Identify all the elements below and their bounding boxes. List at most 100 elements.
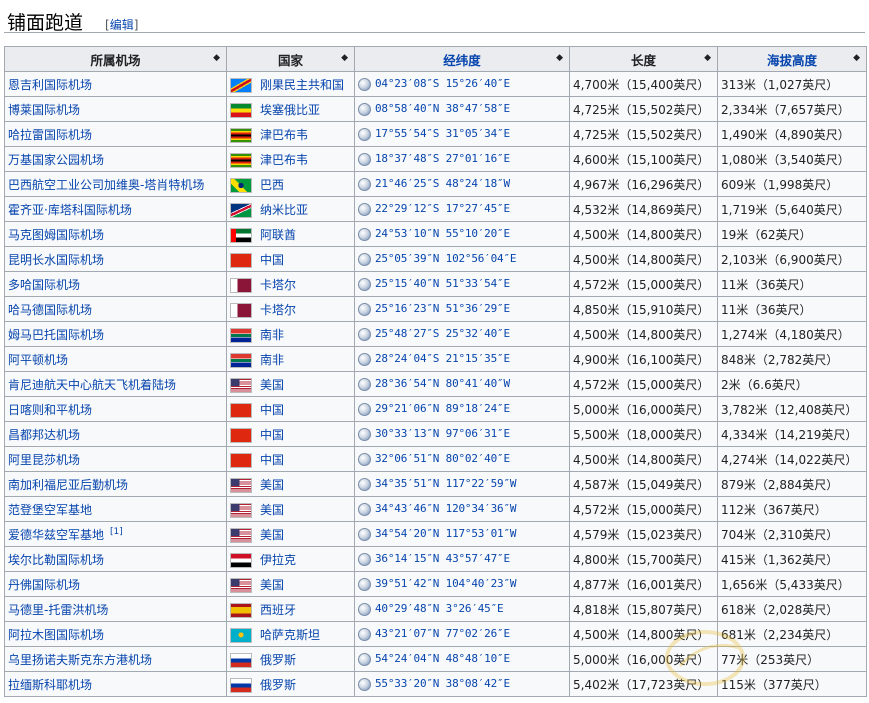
col-elevation-label[interactable]: 海拔高度 <box>767 53 817 68</box>
airport-link[interactable]: 肯尼迪航天中心航天飞机着陆场 <box>8 378 176 392</box>
coordinates-link[interactable]: 54°24′04″N 48°48′10″E <box>375 652 510 665</box>
airport-link[interactable]: 埃尔比勒国际机场 <box>8 553 104 567</box>
coordinates-link[interactable]: 25°48′27″S 25°32′40″E <box>375 327 510 340</box>
country-link[interactable]: 中国 <box>260 253 284 267</box>
globe-icon[interactable] <box>358 652 371 666</box>
coordinates-link[interactable]: 24°53′10″N 55°10′20″E <box>375 227 510 240</box>
sort-icon[interactable]: ◆ <box>704 53 711 63</box>
country-link[interactable]: 南非 <box>260 353 284 367</box>
airport-link[interactable]: 乌里扬诺夫斯克东方港机场 <box>8 653 152 667</box>
airport-link[interactable]: 拉缅斯科耶机场 <box>8 678 92 692</box>
airport-link[interactable]: 博莱国际机场 <box>8 103 80 117</box>
airport-link[interactable]: 霍齐亚·库塔科国际机场 <box>8 203 132 217</box>
country-link[interactable]: 纳米比亚 <box>260 203 308 217</box>
country-link[interactable]: 美国 <box>260 503 284 517</box>
globe-icon[interactable] <box>358 602 371 616</box>
airport-link[interactable]: 范登堡空军基地 <box>8 503 92 517</box>
coordinates-link[interactable]: 21°46′25″S 48°24′18″W <box>375 177 510 190</box>
globe-icon[interactable] <box>358 127 371 141</box>
globe-icon[interactable] <box>358 627 371 641</box>
airport-link[interactable]: 哈马德国际机场 <box>8 303 92 317</box>
airport-link[interactable]: 阿拉木图国际机场 <box>8 628 104 642</box>
coordinates-link[interactable]: 39°51′42″N 104°40′23″W <box>375 577 516 590</box>
globe-icon[interactable] <box>358 202 371 216</box>
coordinates-link[interactable]: 30°33′13″N 97°06′31″E <box>375 427 510 440</box>
col-coordinates-header[interactable]: 经纬度 ◆ <box>354 46 570 72</box>
col-elevation-header[interactable]: 海拔高度 ◆ <box>717 46 867 72</box>
globe-icon[interactable] <box>358 77 371 91</box>
col-country-header[interactable]: 国家 ◆ <box>226 46 355 72</box>
country-link[interactable]: 中国 <box>260 453 284 467</box>
country-link[interactable]: 伊拉克 <box>260 553 296 567</box>
globe-icon[interactable] <box>358 402 371 416</box>
country-link[interactable]: 阿联酋 <box>260 228 296 242</box>
country-link[interactable]: 美国 <box>260 478 284 492</box>
globe-icon[interactable] <box>358 227 371 241</box>
airport-link[interactable]: 巴西航空工业公司加维奥-塔肖特机场 <box>8 178 204 192</box>
globe-icon[interactable] <box>358 527 371 541</box>
reference-link[interactable]: [1] <box>110 527 123 537</box>
coordinates-link[interactable]: 29°21′06″N 89°18′24″E <box>375 402 510 415</box>
globe-icon[interactable] <box>358 177 371 191</box>
globe-icon[interactable] <box>358 677 371 691</box>
col-airport-header[interactable]: 所属机场 ◆ <box>4 46 227 72</box>
globe-icon[interactable] <box>358 452 371 466</box>
country-link[interactable]: 津巴布韦 <box>260 128 308 142</box>
globe-icon[interactable] <box>358 377 371 391</box>
country-link[interactable]: 俄罗斯 <box>260 678 296 692</box>
country-link[interactable]: 津巴布韦 <box>260 153 308 167</box>
country-link[interactable]: 美国 <box>260 578 284 592</box>
col-coordinates-label[interactable]: 经纬度 <box>443 53 481 68</box>
sort-icon[interactable]: ◆ <box>341 53 348 63</box>
airport-link[interactable]: 马克图姆国际机场 <box>8 228 104 242</box>
col-length-header[interactable]: 长度 ◆ <box>569 46 718 72</box>
airport-link[interactable]: 马德里-托雷洪机场 <box>8 603 108 617</box>
globe-icon[interactable] <box>358 302 371 316</box>
airport-link[interactable]: 南加利福尼亚后勤机场 <box>8 478 128 492</box>
globe-icon[interactable] <box>358 152 371 166</box>
airport-link[interactable]: 昆明长水国际机场 <box>8 253 104 267</box>
airport-link[interactable]: 恩吉利国际机场 <box>8 78 92 92</box>
coordinates-link[interactable]: 55°33′20″N 38°08′42″E <box>375 677 510 690</box>
coordinates-link[interactable]: 17°55′54″S 31°05′34″E <box>375 127 510 140</box>
country-link[interactable]: 卡塔尔 <box>260 303 296 317</box>
coordinates-link[interactable]: 32°06′51″N 80°02′40″E <box>375 452 510 465</box>
coordinates-link[interactable]: 04°23′08″S 15°26′40″E <box>375 77 510 90</box>
sort-icon[interactable]: ◆ <box>556 53 563 63</box>
coordinates-link[interactable]: 40°29′48″N 3°26′45″E <box>375 602 504 615</box>
globe-icon[interactable] <box>358 102 371 116</box>
country-link[interactable]: 中国 <box>260 403 284 417</box>
airport-link[interactable]: 哈拉雷国际机场 <box>8 128 92 142</box>
airport-link[interactable]: 阿里昆莎机场 <box>8 453 80 467</box>
coordinates-link[interactable]: 22°29′12″S 17°27′45″E <box>375 202 510 215</box>
country-link[interactable]: 埃塞俄比亚 <box>260 103 320 117</box>
coordinates-link[interactable]: 25°16′23″N 51°36′29″E <box>375 302 510 315</box>
coordinates-link[interactable]: 28°24′04″S 21°15′35″E <box>375 352 510 365</box>
globe-icon[interactable] <box>358 427 371 441</box>
coordinates-link[interactable]: 18°37′48″S 27°01′16″E <box>375 152 510 165</box>
country-link[interactable]: 俄罗斯 <box>260 653 296 667</box>
coordinates-link[interactable]: 25°15′40″N 51°33′54″E <box>375 277 510 290</box>
country-link[interactable]: 南非 <box>260 328 284 342</box>
coordinates-link[interactable]: 25°05′39″N 102°56′04″E <box>375 252 516 265</box>
globe-icon[interactable] <box>358 352 371 366</box>
airport-link[interactable]: 爱德华兹空军基地 <box>8 528 104 542</box>
airport-link[interactable]: 姆马巴托国际机场 <box>8 328 104 342</box>
globe-icon[interactable] <box>358 327 371 341</box>
globe-icon[interactable] <box>358 552 371 566</box>
country-link[interactable]: 中国 <box>260 428 284 442</box>
country-link[interactable]: 刚果民主共和国 <box>260 78 344 92</box>
country-link[interactable]: 哈萨克斯坦 <box>260 628 320 642</box>
coordinates-link[interactable]: 43°21′07″N 77°02′26″E <box>375 627 510 640</box>
country-link[interactable]: 美国 <box>260 378 284 392</box>
airport-link[interactable]: 多哈国际机场 <box>8 278 80 292</box>
coordinates-link[interactable]: 28°36′54″N 80°41′40″W <box>375 377 510 390</box>
sort-icon[interactable]: ◆ <box>853 53 860 63</box>
coordinates-link[interactable]: 34°43′46″N 120°34′36″W <box>375 502 516 515</box>
coordinates-link[interactable]: 34°35′51″N 117°22′59″W <box>375 477 516 490</box>
sort-icon[interactable]: ◆ <box>213 53 220 63</box>
country-link[interactable]: 西班牙 <box>260 603 296 617</box>
globe-icon[interactable] <box>358 277 371 291</box>
globe-icon[interactable] <box>358 477 371 491</box>
airport-link[interactable]: 万基国家公园机场 <box>8 153 104 167</box>
